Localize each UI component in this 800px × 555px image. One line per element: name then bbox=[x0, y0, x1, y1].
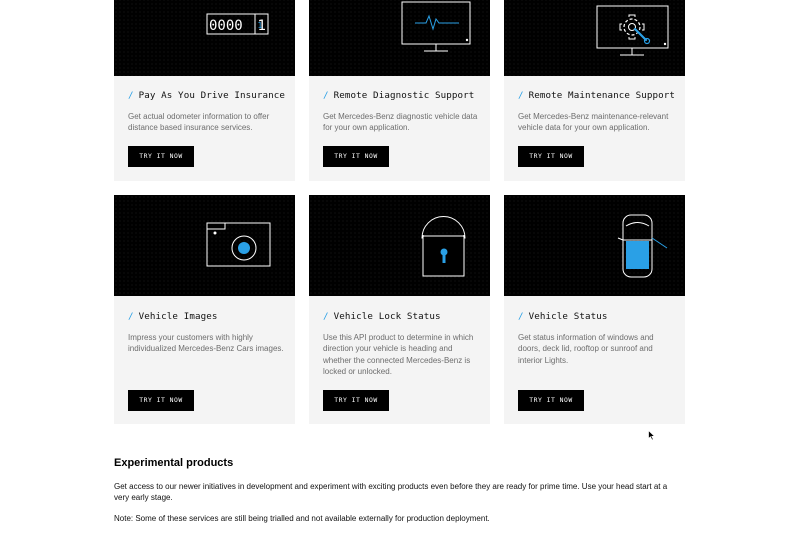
try-it-now-button[interactable]: TRY IT NOW bbox=[518, 146, 584, 167]
product-card-vehicle-images: / Vehicle Images Impress your customers w… bbox=[114, 195, 295, 424]
card-title: / Vehicle Status bbox=[518, 311, 608, 322]
card-media bbox=[504, 0, 685, 76]
card-description: Impress your customers with highly indiv… bbox=[128, 333, 284, 354]
card-title: / Remote Maintenance Support bbox=[518, 90, 676, 101]
card-description: Get actual odometer information to offer… bbox=[128, 112, 270, 133]
odometer-digits: 0000 bbox=[209, 18, 243, 34]
try-it-now-button[interactable]: TRY IT NOW bbox=[128, 390, 194, 411]
section-note: Note: Some of these services are still b… bbox=[114, 514, 490, 523]
try-it-now-button[interactable]: TRY IT NOW bbox=[323, 146, 389, 167]
card-media bbox=[504, 195, 685, 296]
card-description: Get status information of windows and do… bbox=[518, 333, 654, 365]
monitor-gear-wrench-icon bbox=[596, 5, 669, 56]
card-title: / Vehicle Images bbox=[128, 311, 218, 322]
card-description: Get Mercedes-Benz maintenance-relevant v… bbox=[518, 112, 669, 133]
padlock-icon bbox=[421, 216, 466, 277]
try-it-now-button[interactable]: TRY IT NOW bbox=[518, 390, 584, 411]
card-title: / Pay As You Drive Insurance bbox=[128, 90, 286, 101]
card-media: 0000 1 1 bbox=[114, 0, 295, 76]
card-media bbox=[114, 195, 295, 296]
product-card-remote-diagnostic: / Remote Diagnostic Support Get Mercedes-… bbox=[309, 0, 490, 181]
mouse-cursor-icon bbox=[648, 430, 656, 441]
card-media bbox=[309, 0, 490, 76]
card-description: Use this API product to determine in whi… bbox=[323, 333, 474, 376]
card-title: / Vehicle Lock Status bbox=[323, 311, 441, 322]
car-top-view-icon bbox=[617, 214, 668, 278]
try-it-now-button[interactable]: TRY IT NOW bbox=[323, 390, 389, 411]
try-it-now-button[interactable]: TRY IT NOW bbox=[128, 146, 194, 167]
camera-icon bbox=[206, 222, 271, 267]
product-card-pay-as-you-drive: 0000 1 1 /Pay As You Drive Insurance Get… bbox=[114, 0, 295, 181]
product-card-vehicle-status: / Vehicle Status Get status information o… bbox=[504, 195, 685, 424]
card-title: / Remote Diagnostic Support bbox=[323, 90, 475, 101]
svg-text:1: 1 bbox=[258, 21, 263, 30]
product-card-vehicle-lock-status: / Vehicle Lock Status Use this API produc… bbox=[309, 195, 490, 424]
section-paragraph: Get access to our newer initiatives in d… bbox=[114, 482, 668, 502]
product-card-remote-maintenance: / Remote Maintenance Support Get Mercedes… bbox=[504, 0, 685, 181]
monitor-heartbeat-icon bbox=[401, 1, 471, 52]
card-media bbox=[309, 195, 490, 296]
odometer-icon: 0000 1 1 bbox=[206, 13, 269, 35]
section-heading: Experimental products bbox=[114, 457, 234, 469]
card-description: Get Mercedes-Benz diagnostic vehicle dat… bbox=[323, 112, 478, 133]
